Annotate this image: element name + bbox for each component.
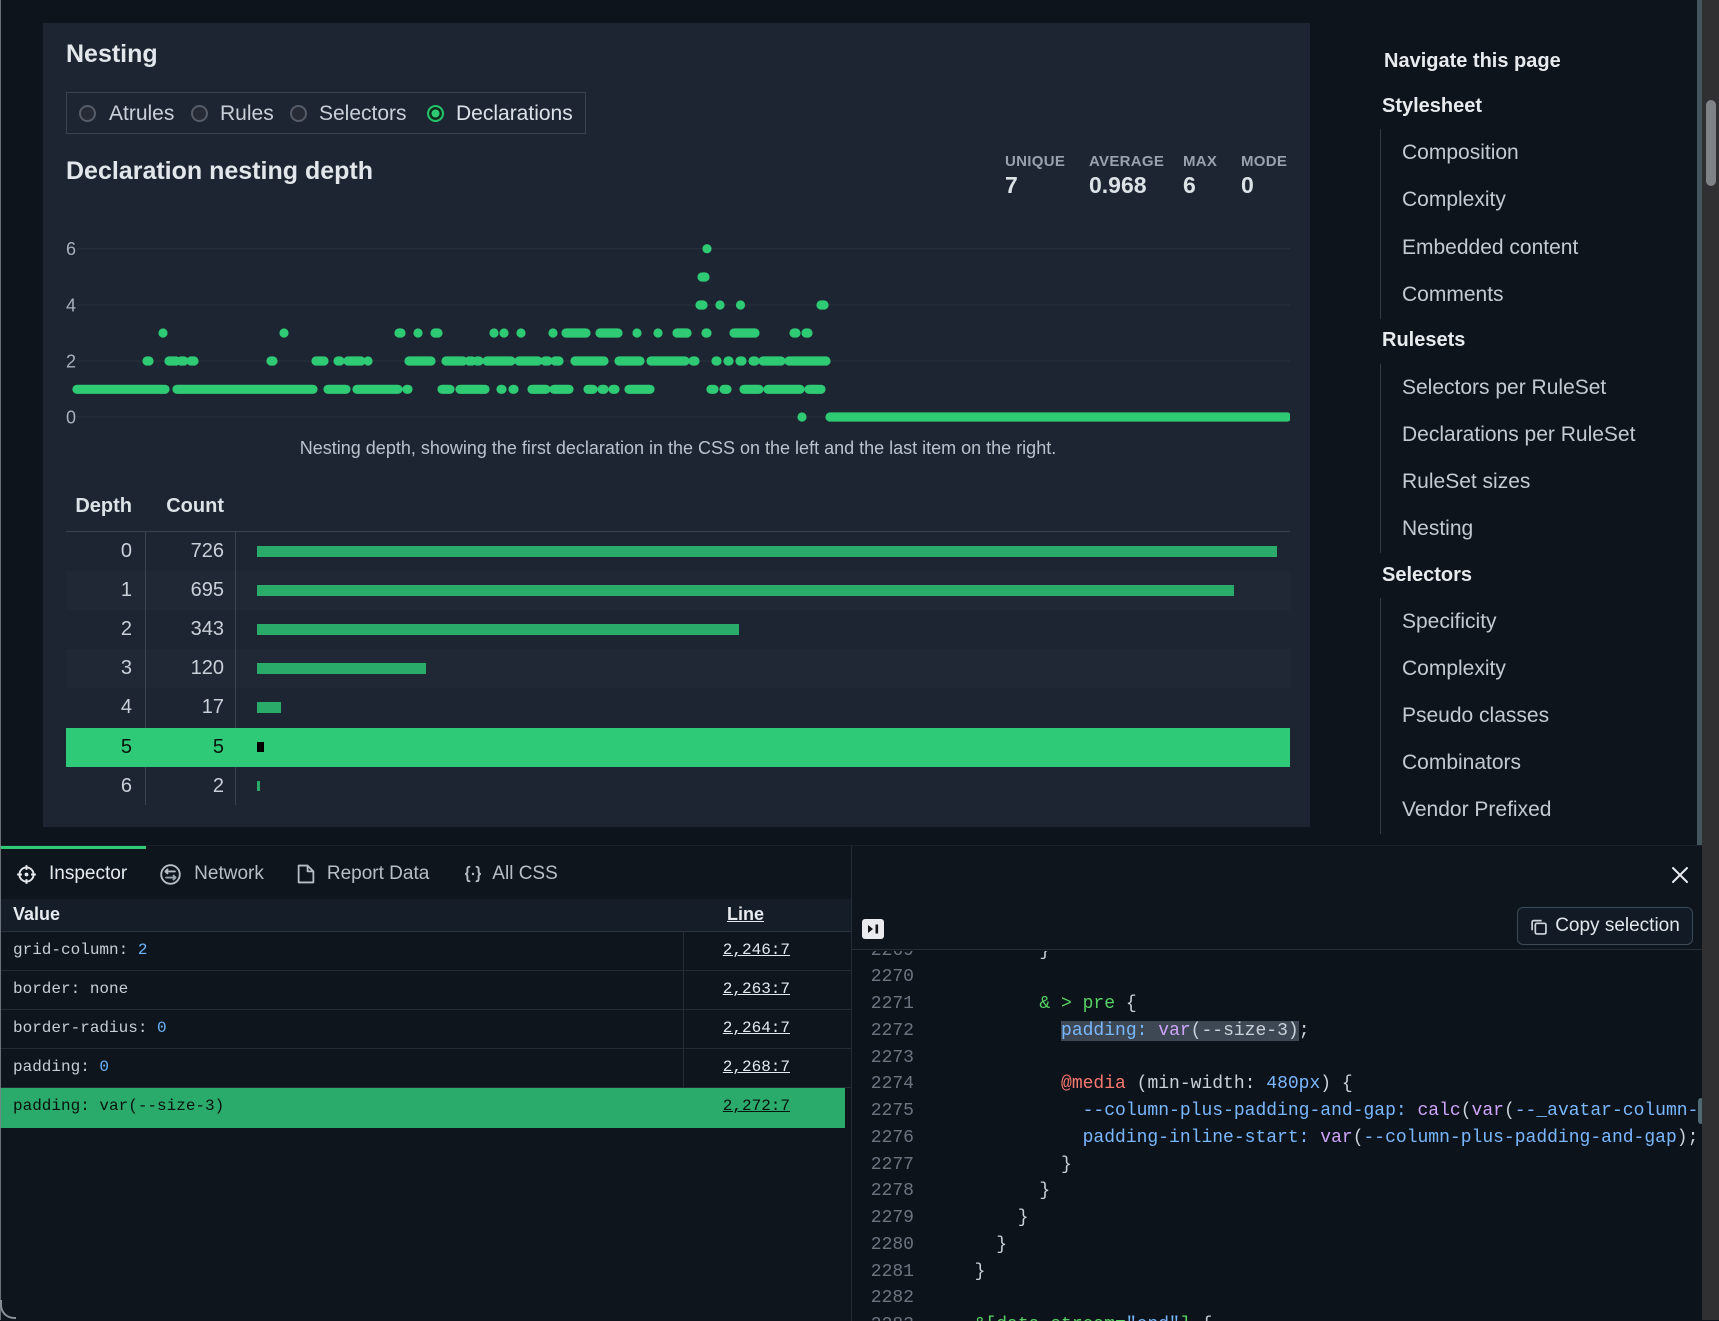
svg-text:4: 4: [66, 296, 76, 316]
svg-text:6: 6: [66, 239, 76, 259]
svg-text:0: 0: [66, 408, 76, 428]
svg-text:2: 2: [66, 352, 76, 372]
